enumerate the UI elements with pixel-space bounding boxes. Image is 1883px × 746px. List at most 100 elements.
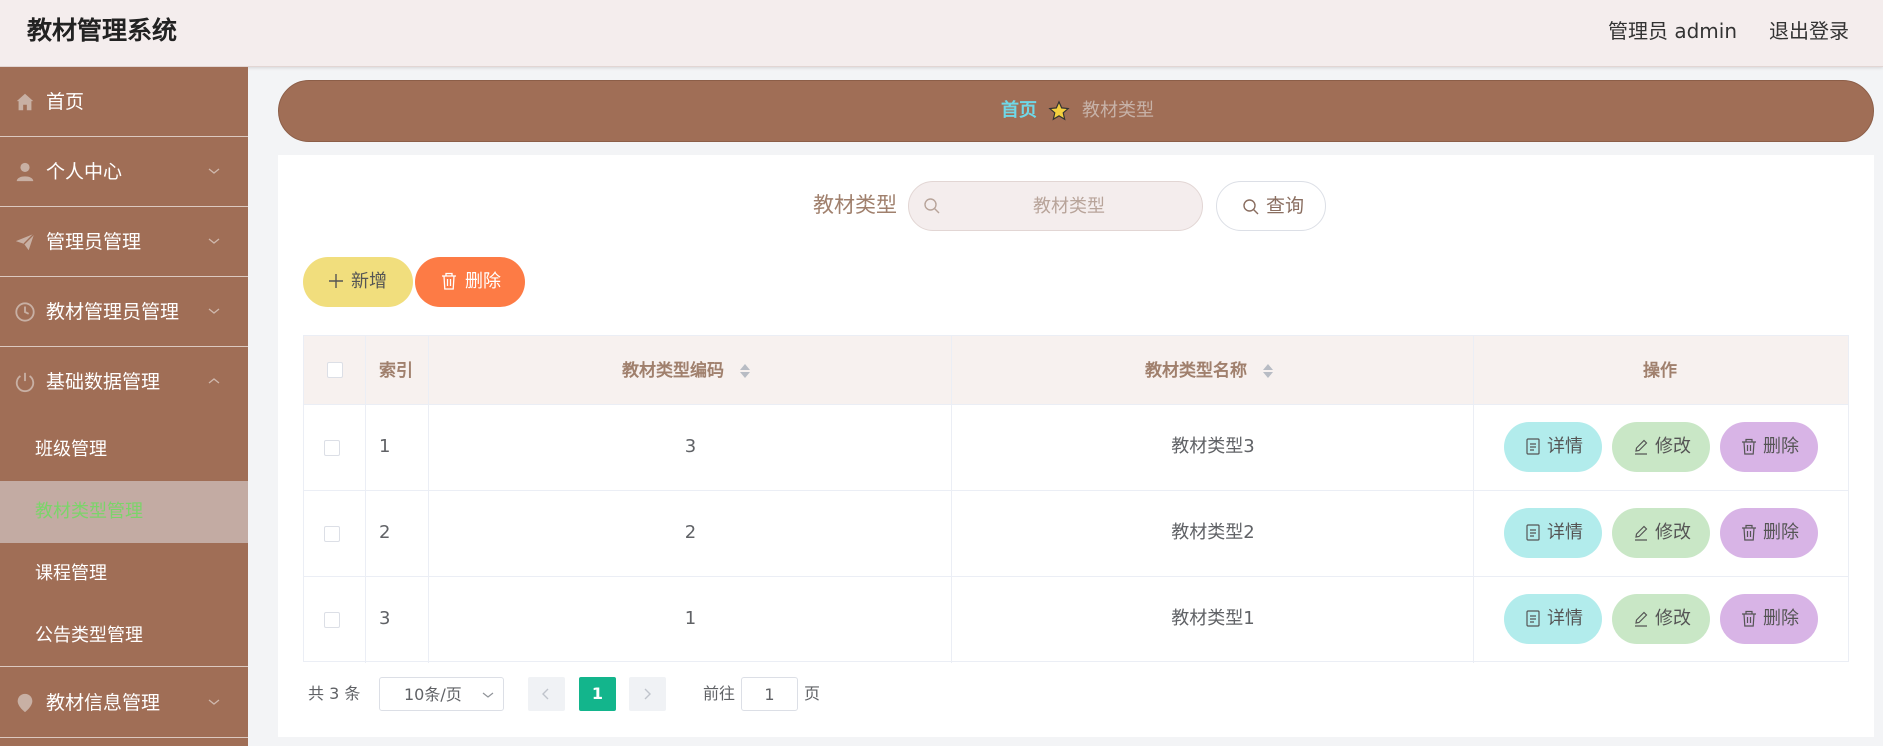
row-code-cell: 1 (429, 577, 952, 663)
header-code-cell[interactable]: 教材类型编码 (429, 336, 952, 404)
sidebar-item-profile[interactable]: 个人中心 (0, 137, 248, 207)
query-button[interactable]: 查询 (1216, 181, 1326, 231)
goto-page-input[interactable] (741, 677, 798, 711)
detail-button[interactable]: 详情 (1504, 422, 1602, 472)
edit-button-label: 修改 (1655, 608, 1691, 629)
trash-icon (1742, 610, 1756, 627)
sidebar-subitem-textbook-type[interactable]: 教材类型管理 (0, 481, 248, 543)
header-index-cell: 索引 (366, 336, 429, 404)
page-number-current[interactable]: 1 (579, 677, 616, 711)
chevron-right-icon (644, 688, 651, 700)
trash-icon (1742, 438, 1756, 455)
edit-icon (1635, 525, 1648, 541)
search-box (908, 181, 1203, 231)
row-code: 2 (684, 522, 697, 543)
row-delete-button-label: 删除 (1763, 522, 1799, 543)
row-checkbox[interactable] (324, 612, 340, 628)
row-name: 教材类型2 (1171, 522, 1255, 543)
app-title: 教材管理系统 (27, 16, 178, 45)
sidebar-item-textbook-admin[interactable]: 教材管理员管理 (0, 277, 248, 347)
row-name-cell: 教材类型1 (952, 577, 1474, 663)
home-icon (16, 93, 34, 111)
document-icon (1526, 438, 1540, 455)
page-size-select[interactable]: 10条/页 (379, 677, 504, 711)
row-index-cell: 2 (366, 491, 429, 576)
edit-button[interactable]: 修改 (1612, 422, 1710, 472)
user-label: 管理员 admin (1607, 19, 1737, 43)
row-delete-button[interactable]: 删除 (1720, 422, 1818, 472)
row-code: 1 (684, 608, 697, 629)
row-code-cell: 2 (429, 491, 952, 576)
clock-icon (15, 302, 35, 322)
sidebar-subitem-label: 公告类型管理 (35, 625, 143, 646)
prev-page-button[interactable] (528, 677, 565, 711)
row-ops-cell: 详情 修改 删除 (1474, 577, 1848, 663)
content-panel: 教材类型 查询 新增 删除 索引 教材类型编码 教材类型名称 (278, 155, 1874, 737)
row-delete-button[interactable]: 删除 (1720, 594, 1818, 644)
document-icon (1526, 524, 1540, 541)
sidebar-subitem-course[interactable]: 课程管理 (0, 543, 248, 605)
trash-icon (1742, 524, 1756, 541)
chevron-down-icon (208, 238, 220, 244)
data-table: 索引 教材类型编码 教材类型名称 操作 1 3 教材类型3 详情 修改 删除 2… (303, 335, 1849, 663)
chevron-down-icon (208, 168, 220, 174)
batch-delete-button[interactable]: 删除 (415, 257, 525, 307)
page-size-value: 10条/页 (404, 685, 462, 704)
chevron-up-icon (208, 378, 220, 384)
search-label: 教材类型 (813, 193, 897, 217)
add-button-label: 新增 (351, 271, 387, 292)
header-name-cell[interactable]: 教材类型名称 (952, 336, 1474, 404)
user-icon (16, 162, 34, 182)
sidebar-item-admin[interactable]: 管理员管理 (0, 207, 248, 277)
sidebar-item-basic-data[interactable]: 基础数据管理 (0, 347, 248, 417)
row-delete-button-label: 删除 (1763, 436, 1799, 457)
goto-suffix: 页 (804, 684, 821, 703)
chevron-down-icon (208, 308, 220, 314)
sidebar: 首页 个人中心 管理员管理 教材管理员管理 基础数据管理 班级管理 教材类型管理… (0, 67, 248, 746)
sidebar-subitem-label: 教材类型管理 (35, 501, 143, 522)
detail-button-label: 详情 (1547, 436, 1583, 457)
query-button-label: 查询 (1266, 195, 1305, 217)
sidebar-subitem-notice-type[interactable]: 公告类型管理 (0, 605, 248, 667)
logout-link[interactable]: 退出登录 (1769, 17, 1849, 45)
select-all-checkbox[interactable] (327, 362, 343, 378)
table-header: 索引 教材类型编码 教材类型名称 操作 (304, 336, 1848, 405)
breadcrumb-home[interactable]: 首页 (1001, 98, 1037, 124)
chevron-down-icon (482, 692, 494, 698)
table-row: 3 1 教材类型1 详情 修改 删除 (304, 577, 1848, 663)
search-icon (924, 198, 940, 214)
sidebar-item-home[interactable]: 首页 (0, 67, 248, 137)
sidebar-item-label: 个人中心 (46, 161, 123, 183)
goto-label: 前往 (703, 684, 736, 703)
row-checkbox[interactable] (324, 526, 340, 542)
detail-button-label: 详情 (1547, 608, 1583, 629)
pagination-total: 共 3 条 (308, 684, 361, 703)
row-code-cell: 3 (429, 405, 952, 490)
document-icon (1526, 610, 1540, 627)
sort-icon[interactable] (1262, 362, 1274, 380)
sidebar-item-label: 教材信息管理 (46, 692, 161, 714)
sidebar-item-label: 基础数据管理 (46, 371, 161, 393)
next-page-button[interactable] (629, 677, 666, 711)
header-ops-cell: 操作 (1474, 336, 1848, 404)
plus-icon (329, 274, 343, 288)
row-delete-button[interactable]: 删除 (1720, 508, 1818, 558)
edit-button[interactable]: 修改 (1612, 508, 1710, 558)
sidebar-item-textbook-info[interactable]: 教材信息管理 (0, 668, 248, 738)
sort-icon[interactable] (739, 362, 751, 380)
sidebar-item-label: 管理员管理 (46, 231, 142, 253)
row-checkbox[interactable] (324, 440, 340, 456)
sidebar-item-label: 首页 (46, 91, 85, 113)
edit-button[interactable]: 修改 (1612, 594, 1710, 644)
detail-button[interactable]: 详情 (1504, 508, 1602, 558)
sidebar-subitem-class[interactable]: 班级管理 (0, 419, 248, 481)
search-input[interactable] (949, 182, 1189, 230)
add-button[interactable]: 新增 (303, 257, 413, 307)
edit-icon (1635, 611, 1648, 627)
row-ops-cell: 详情 修改 删除 (1474, 405, 1848, 490)
chevron-down-icon (208, 699, 220, 705)
row-name: 教材类型1 (1171, 608, 1255, 629)
table-row: 2 2 教材类型2 详情 修改 删除 (304, 491, 1848, 577)
paper-plane-icon (15, 233, 35, 251)
detail-button[interactable]: 详情 (1504, 594, 1602, 644)
